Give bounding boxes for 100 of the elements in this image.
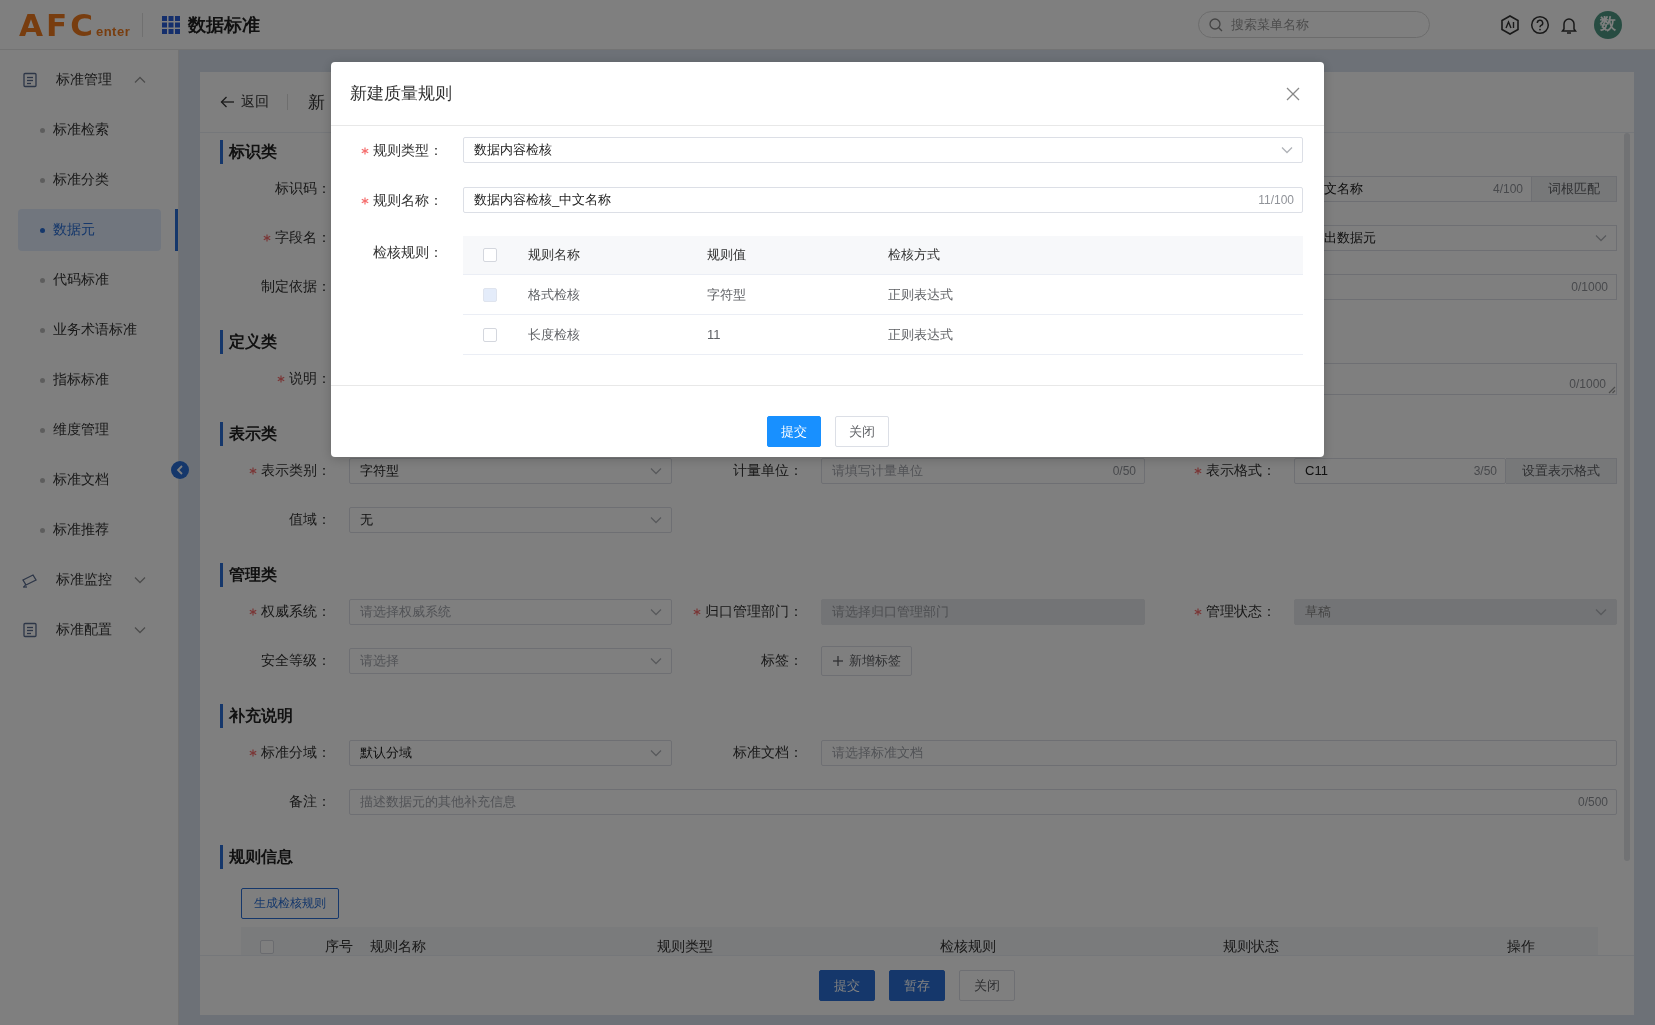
sidebar-item[interactable]: 标准分类: [18, 159, 161, 201]
field-label: 说明：: [289, 369, 331, 388]
table-cell-text: 长度检核: [527, 325, 581, 344]
column-header: 规则状态: [1222, 938, 1280, 955]
select-field[interactable]: 数据内容检核: [463, 137, 1303, 163]
section-title: 标识类: [220, 140, 277, 164]
column-header: 检核方式: [887, 246, 941, 264]
close-button[interactable]: 关闭: [959, 970, 1015, 1001]
field-label: 归口管理部门：: [705, 602, 803, 621]
dialog-title: 新建质量规则: [350, 83, 453, 105]
chevron-down-icon: [1281, 146, 1293, 154]
column-header: 操作: [1506, 938, 1536, 955]
addon-button[interactable]: 词根匹配: [1532, 175, 1617, 202]
group-label: 标准管理: [56, 71, 112, 89]
field-label: 制定依据：: [261, 277, 331, 296]
submit-button[interactable]: 提交: [766, 416, 821, 447]
field-label: 检核规则：: [373, 244, 443, 262]
group-label: 标准配置: [56, 621, 112, 639]
select-field[interactable]: 出数据元: [1324, 224, 1617, 251]
plus-icon: [832, 655, 843, 666]
document-icon: [22, 72, 38, 88]
action-button[interactable]: 提交: [819, 970, 875, 1001]
select-field[interactable]: 默认分域: [349, 739, 672, 766]
input-field[interactable]: [1324, 273, 1617, 300]
checkbox[interactable]: [483, 327, 497, 342]
grid-icon: [162, 15, 181, 34]
field-label: 计量单位：: [733, 461, 803, 480]
section-title: 管理类: [220, 563, 277, 587]
arrow-left-icon: [220, 96, 235, 108]
chevron-down-icon: [650, 466, 662, 475]
close-button[interactable]: [1286, 86, 1300, 101]
field-label: 标准文档：: [733, 743, 803, 762]
chevron-down-icon: [650, 656, 662, 665]
sidebar-group[interactable]: 标准管理: [0, 55, 179, 105]
chevron-down-icon: [650, 515, 662, 524]
back-link[interactable]: 返回: [220, 93, 269, 111]
sidebar-item[interactable]: 标准文档: [18, 459, 161, 501]
app-title: 数据标准: [188, 13, 261, 37]
sidebar-item[interactable]: 标准检索: [18, 109, 161, 151]
sidebar-item[interactable]: 指标标准: [18, 359, 161, 401]
table-cell-text: 11: [706, 327, 722, 342]
close-button[interactable]: 关闭: [834, 416, 889, 447]
field-label: 规则名称：: [373, 191, 443, 210]
close-icon: [1286, 86, 1300, 101]
sidebar-group[interactable]: 标准监控: [0, 555, 179, 605]
column-header: 检核规则: [939, 938, 997, 955]
page-title: 新: [308, 91, 325, 114]
column-header: 序号: [324, 938, 354, 955]
logo-subtext: enter: [95, 23, 131, 39]
sidebar-item[interactable]: 代码标准: [18, 259, 161, 301]
add-tag-button[interactable]: 新增标签: [821, 645, 912, 676]
field-label: 标识码：: [275, 179, 331, 198]
field-label: 规则类型：: [373, 141, 443, 160]
field-label: 管理状态：: [1206, 602, 1276, 621]
char-count: 11/100: [1258, 193, 1294, 207]
column-header: 规则类型: [656, 938, 714, 955]
action-button[interactable]: 暂存: [889, 970, 945, 1001]
user-avatar[interactable]: 数: [1594, 10, 1622, 39]
checkbox[interactable]: [483, 248, 497, 262]
sidebar-group[interactable]: 标准配置: [0, 605, 179, 655]
hexagon-icon[interactable]: [1500, 14, 1520, 35]
chevron-down-icon: [1595, 233, 1607, 242]
field-label: 安全等级：: [261, 651, 331, 670]
section-title: 规则信息: [220, 845, 293, 869]
column-header: 规则名称: [527, 246, 581, 264]
field-label: 表示类别：: [261, 461, 331, 480]
field-label: 备注：: [289, 792, 331, 811]
text-area[interactable]: [1324, 362, 1617, 395]
section-title: 定义类: [220, 330, 277, 354]
selection-indicator: [175, 209, 178, 251]
help-icon[interactable]: [1530, 14, 1550, 35]
table-cell-text: 正则表达式: [887, 285, 954, 304]
search-icon: [1209, 18, 1223, 32]
section-title: 补充说明: [220, 704, 293, 728]
collapse-button[interactable]: [171, 461, 189, 479]
field-label: 标签：: [761, 651, 803, 670]
section-title: 表示类: [220, 422, 277, 446]
chevron-down-icon: [650, 607, 662, 616]
select-field[interactable]: 字符型: [349, 457, 672, 484]
field-label: 字段名：: [275, 228, 331, 247]
document-icon: [22, 622, 38, 638]
sidebar-item[interactable]: 标准推荐: [18, 509, 161, 551]
chevron-left-icon: [176, 465, 184, 475]
logo-text: AFC: [19, 6, 96, 43]
sidebar-item[interactable]: 维度管理: [18, 409, 161, 451]
column-header: 规则名称: [369, 938, 427, 955]
field-label: 表示格式：: [1206, 461, 1276, 480]
group-label: 标准监控: [56, 571, 112, 589]
table-cell-text: 正则表达式: [887, 325, 954, 344]
field-label: 权威系统：: [261, 602, 331, 621]
select-field[interactable]: 无: [349, 506, 672, 533]
field-label: 值域：: [289, 510, 331, 529]
camera-icon: [22, 572, 38, 588]
column-header: 规则值: [706, 246, 747, 264]
generate-rules-button[interactable]: 生成检核规则: [241, 888, 339, 919]
table-cell-text: 格式检核: [527, 285, 581, 304]
sidebar-item[interactable]: 业务术语标准: [18, 309, 161, 351]
addon-button[interactable]: 设置表示格式: [1506, 457, 1617, 484]
table-cell-text: 字符型: [706, 285, 747, 304]
sidebar-item[interactable]: 数据元: [18, 209, 161, 251]
